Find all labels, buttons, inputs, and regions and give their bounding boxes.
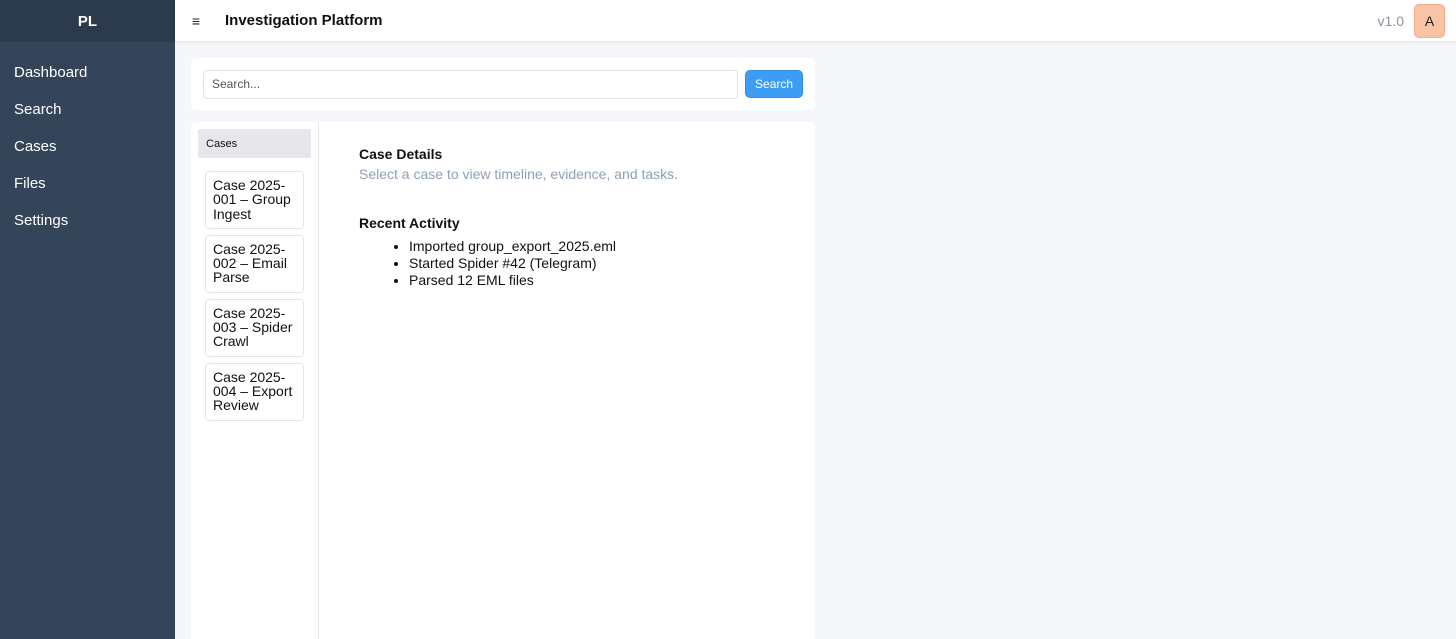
search-input[interactable] xyxy=(203,69,739,99)
case-item-2025-002[interactable]: Case 2025-002 – Email Parse xyxy=(205,234,304,293)
sidebar-item-settings[interactable]: Settings xyxy=(0,202,175,239)
search-bar: Search xyxy=(191,58,815,110)
case-details: Case Details Select a case to view timel… xyxy=(319,122,815,639)
activity-item: Started Spider #42 (Telegram) xyxy=(409,255,775,272)
case-item-2025-001[interactable]: Case 2025-001 – Group Ingest xyxy=(205,171,304,229)
case-list-header: Cases xyxy=(198,129,311,158)
app-title: Investigation Platform xyxy=(225,12,383,29)
recent-activity-list: Imported group_export_2025.eml Started S… xyxy=(359,238,775,289)
case-details-title: Case Details xyxy=(359,146,443,162)
user-avatar[interactable]: A xyxy=(1414,3,1445,38)
search-button[interactable]: Search xyxy=(745,70,803,98)
case-item-2025-003[interactable]: Case 2025-003 – Spider Crawl xyxy=(205,298,304,357)
topbar: ≡ Investigation Platform v1.0 A xyxy=(175,0,1456,42)
sidebar-item-files[interactable]: Files xyxy=(0,165,175,202)
topbar-right: v1.0 A xyxy=(1377,3,1445,38)
case-items: Case 2025-001 – Group Ingest Case 2025-0… xyxy=(198,171,311,421)
recent-activity-title: Recent Activity xyxy=(359,215,460,231)
case-details-hint: Select a case to view timeline, evidence… xyxy=(359,166,679,182)
case-list: Cases Case 2025-001 – Group Ingest Case … xyxy=(191,122,319,639)
brand-logo[interactable]: PL xyxy=(0,0,175,42)
main-panel: Cases Case 2025-001 – Group Ingest Case … xyxy=(191,122,815,639)
case-item-2025-004[interactable]: Case 2025-004 – Export Review xyxy=(205,362,304,421)
sidebar: PL Dashboard Search Cases Files Settings xyxy=(0,0,175,639)
sidebar-item-dashboard[interactable]: Dashboard xyxy=(0,54,175,91)
sidebar-item-search[interactable]: Search xyxy=(0,91,175,128)
activity-item: Imported group_export_2025.eml xyxy=(409,238,775,255)
activity-item: Parsed 12 EML files xyxy=(409,272,775,289)
version-label: v1.0 xyxy=(1377,12,1404,29)
sidebar-item-cases[interactable]: Cases xyxy=(0,128,175,165)
hamburger-menu-icon[interactable]: ≡ xyxy=(185,10,207,32)
sidebar-nav: Dashboard Search Cases Files Settings xyxy=(0,42,175,239)
